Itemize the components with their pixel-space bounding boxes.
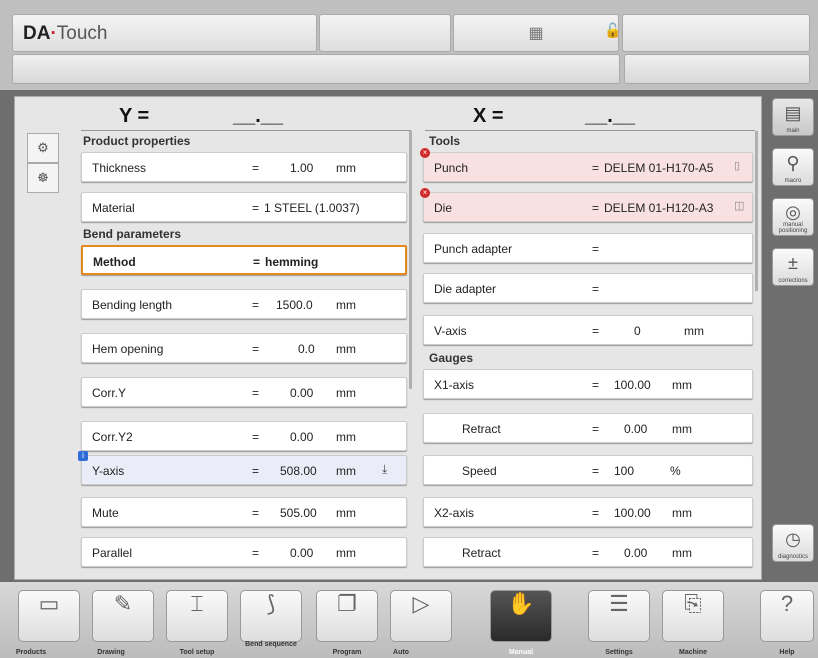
y-axis-value: __.__ (233, 105, 284, 127)
bend-sequence-icon: ⟆ (266, 591, 276, 616)
section-gauges: Gauges (429, 351, 474, 365)
nav-auto[interactable]: ▷ (390, 590, 452, 642)
nav-manual[interactable]: ✋ (490, 590, 552, 642)
lock-area[interactable]: 🔓 (526, 14, 621, 52)
gears-icon: ⚙ (37, 140, 49, 155)
diagnostics-icon: ◷ (785, 529, 801, 549)
row-die-adapter[interactable]: Die adapter = (423, 273, 753, 303)
right-side-bar: ▤ main ⚲ macro ◎ manual positioning ± co… (770, 96, 818, 580)
error-icon: × (420, 148, 430, 158)
nav-bend-sequence[interactable]: ⟆ (240, 590, 302, 642)
folder-icon: ▭ (38, 591, 60, 616)
y-axis-label: Y = (119, 105, 150, 127)
dial-icon: ◎ (785, 202, 801, 222)
nav-tool-setup[interactable]: ⌶ (166, 590, 228, 642)
punch-tool-icon[interactable]: ▯ (734, 159, 740, 172)
download-icon[interactable]: ⤓ (382, 462, 387, 477)
x-axis-value: __.__ (585, 105, 636, 127)
row-material[interactable]: Material = 1 STEEL (1.0037) (81, 192, 407, 222)
row-bending-length[interactable]: Bending length = 1500.0 mm (81, 289, 407, 319)
status-bar (12, 54, 620, 84)
row-punch[interactable]: × Punch = DELEM 01-H170-A5 ▯ (420, 148, 753, 182)
top-bar: DA·Touch ▦ 🔓 (0, 0, 818, 90)
row-corr-y[interactable]: Corr.Y = 0.00 mm (81, 377, 407, 407)
row-v-axis[interactable]: V-axis = 0 mm (423, 315, 753, 345)
nav-machine[interactable]: ⎘ (662, 590, 724, 642)
tab-manual[interactable]: ☸ (27, 163, 59, 193)
left-scrollbar[interactable] (409, 131, 412, 389)
x-axis-label: X = (473, 105, 504, 127)
die-tool-icon[interactable]: ◫ (734, 199, 744, 212)
right-divider (425, 130, 755, 131)
nav-settings[interactable]: ☰ (588, 590, 650, 642)
row-hem-opening[interactable]: Hem opening = 0.0 mm (81, 333, 407, 363)
right-scrollbar[interactable] (755, 131, 758, 291)
main-button[interactable]: ▤ main (772, 98, 814, 136)
magnifier-icon: ⚲ (786, 153, 800, 173)
row-parallel[interactable]: Parallel = 0.00 mm (81, 537, 407, 567)
section-product-properties: Product properties (83, 134, 191, 148)
program-icon: ❐ (337, 591, 357, 616)
main-layout-icon: ▤ (784, 103, 802, 123)
row-thickness[interactable]: Thickness = 1.00 mm (81, 152, 407, 182)
nav-products[interactable]: ▭ (18, 590, 80, 642)
left-divider (81, 130, 411, 131)
hand-icon: ✋ (507, 591, 535, 616)
row-x1-speed[interactable]: Speed = 100% (423, 455, 753, 485)
section-tools: Tools (429, 134, 461, 148)
plus-minus-icon: ± (788, 253, 798, 273)
help-icon: ? (780, 591, 794, 616)
machine-icon: ⎘ (684, 591, 702, 616)
manual-positioning-button[interactable]: ◎ manual positioning (772, 198, 814, 236)
row-mute[interactable]: Mute = 505.00 mm (81, 497, 407, 527)
diagnostics-button[interactable]: ◷ diagnostics (772, 524, 814, 562)
brand-logo: DA·Touch (12, 14, 317, 52)
row-die[interactable]: × Die = DELEM 01-H120-A3 ◫ (420, 188, 753, 222)
row-punch-adapter[interactable]: Punch adapter = (423, 233, 753, 263)
row-x1-retract[interactable]: Retract = 0.00 mm (423, 413, 753, 443)
top-right-panel (622, 14, 810, 52)
manual-panel: Y = __.__ X = __.__ ⚙ ☸ Product properti… (14, 96, 762, 580)
drawing-icon: ✎ (113, 591, 133, 616)
row-corr-y2[interactable]: Corr.Y2 = 0.00 mm (81, 421, 407, 451)
status-bar-right (624, 54, 810, 84)
info-panel (319, 14, 451, 52)
row-x1-axis[interactable]: X1-axis = 100.00 mm (423, 369, 753, 399)
section-bend-parameters: Bend parameters (83, 227, 182, 241)
nav-drawing[interactable]: ✎ (92, 590, 154, 642)
unlock-icon[interactable]: 🔓 (604, 22, 621, 39)
nav-program[interactable]: ❐ (316, 590, 378, 642)
row-x2-axis[interactable]: X2-axis = 100.00 mm (423, 497, 753, 527)
bottom-nav: ▭ Products ✎ Drawing ⌶ Tool setup ⟆ Bend… (0, 582, 818, 658)
tool-setup-icon: ⌶ (190, 591, 204, 616)
info-icon: i (78, 451, 88, 461)
corrections-button[interactable]: ± corrections (772, 248, 814, 286)
settings-list-icon: ☰ (609, 591, 629, 616)
play-icon: ▷ (412, 591, 430, 616)
gear-hand-icon: ☸ (37, 170, 49, 185)
error-icon: × (420, 188, 430, 198)
tab-settings[interactable]: ⚙ (27, 133, 59, 163)
nav-help[interactable]: ? (760, 590, 814, 642)
row-y-axis[interactable]: i Y-axis = 508.00 mm ⤓ (78, 451, 407, 485)
row-x2-retract[interactable]: Retract = 0.00 mm (423, 537, 753, 567)
row-method[interactable]: Method = hemming (81, 245, 407, 275)
macro-button[interactable]: ⚲ macro (772, 148, 814, 186)
